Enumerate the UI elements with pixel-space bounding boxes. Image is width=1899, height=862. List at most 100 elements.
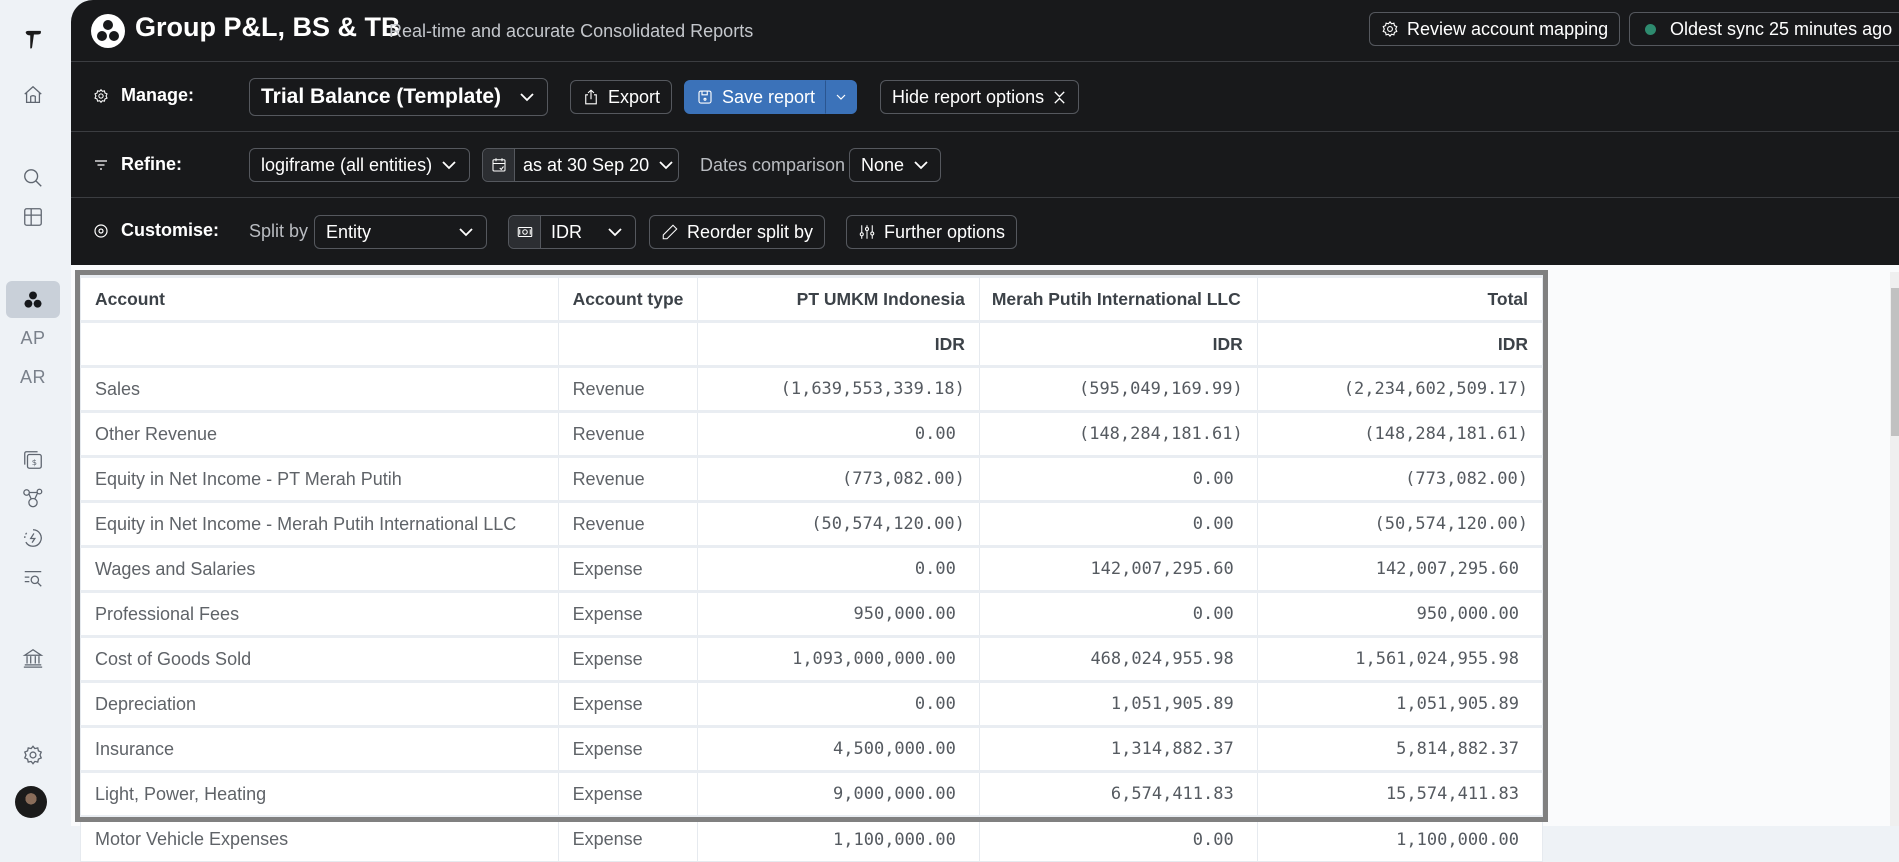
pt-umkm-value-cell: (773,082.00) [697, 455, 980, 502]
table-row[interactable]: Light, Power, Heating Expense 9,000,000.00… [80, 770, 1544, 817]
pt-umkm-value-cell: 0.00 [697, 680, 980, 727]
currency-cell: IDR [697, 320, 980, 367]
pt-umkm-value-cell: 9,000,000.00 [697, 770, 980, 817]
currency-cell: IDR [1256, 320, 1544, 367]
date-select-value: as at 30 Sep 20 [523, 154, 650, 175]
report-template-select[interactable]: Trial Balance (Template) [249, 78, 548, 116]
manage-row: Manage: Trial Balance (Template) Export … [71, 62, 1899, 132]
column-header-total[interactable]: Total [1256, 275, 1544, 322]
sliders-icon [859, 225, 875, 239]
account-type-cell: Expense [557, 680, 699, 727]
filter-icon [95, 159, 107, 170]
sidebar-item-settings[interactable] [6, 736, 60, 774]
reorder-split-by-label: Reorder split by [687, 221, 814, 242]
table-header-row: Account Account type PT UMKM Indonesia M… [80, 275, 1544, 322]
dates-comparison-select[interactable]: None [849, 148, 941, 182]
chevron-down-icon [914, 161, 928, 170]
table-row[interactable]: Equity in Net Income - Merah Putih Inter… [80, 500, 1544, 547]
sync-status-label: Oldest sync 25 minutes ago [1670, 18, 1893, 39]
search-icon [24, 169, 42, 187]
sidebar-item-ar[interactable]: AR [6, 358, 60, 396]
group-icon [24, 290, 42, 308]
account-cell: Insurance [80, 725, 559, 772]
merah-putih-value-cell: (595,049,169.99) [978, 365, 1258, 412]
merah-putih-value-cell: 0.00 [978, 455, 1258, 502]
account-type-cell: Expense [557, 590, 699, 637]
merah-putih-value-cell: 468,024,955.98 [978, 635, 1258, 682]
merah-putih-value-cell: (148,284,181.61) [978, 410, 1258, 457]
column-header-pt-umkm[interactable]: PT UMKM Indonesia [697, 275, 980, 322]
table-row[interactable]: Depreciation Expense 0.00 1,051,905.89 1,051… [80, 680, 1544, 727]
sidebar-item-sync[interactable] [6, 519, 60, 557]
account-cell: Sales [80, 365, 559, 412]
merah-putih-value-cell: 6,574,411.83 [978, 770, 1258, 817]
hide-report-options-button[interactable]: Hide report options [880, 80, 1080, 114]
entity-select[interactable]: logiframe (all entities) [249, 148, 470, 182]
table-row[interactable]: Insurance Expense 4,500,000.00 1,314,882.37… [80, 725, 1544, 772]
column-header-merah-putih[interactable]: Merah Putih International LLC [978, 275, 1258, 322]
account-cell: Other Revenue [80, 410, 559, 457]
sidebar-item-list-search[interactable] [6, 559, 60, 597]
home-icon [24, 85, 42, 103]
reorder-split-by-button[interactable]: Reorder split by [649, 215, 826, 249]
table-row[interactable]: Motor Vehicle Expenses Expense 1,100,000.0… [80, 815, 1544, 862]
customise-label-group: Customise: [93, 220, 219, 241]
currency-select[interactable]: IDR [508, 215, 636, 249]
sidebar-item-cash[interactable]: $ [6, 441, 60, 479]
collapse-icon [1054, 90, 1065, 104]
export-label: Export [608, 86, 661, 107]
merah-putih-value-cell: 0.00 [978, 500, 1258, 547]
brand-logo-icon[interactable] [6, 21, 60, 59]
save-report-dropdown[interactable] [825, 80, 857, 114]
sidebar-item-home[interactable] [6, 76, 60, 114]
pt-umkm-value-cell: 1,100,000.00 [697, 815, 980, 862]
group-icon [91, 14, 125, 48]
table-row[interactable]: Other Revenue Revenue 0.00 (148,284,181.61)… [80, 410, 1544, 457]
chevron-down-icon [608, 228, 622, 237]
avatar[interactable] [15, 786, 47, 818]
review-account-mapping-button[interactable]: Review account mapping [1369, 12, 1621, 46]
report-template-value: Trial Balance (Template) [261, 85, 502, 108]
table-row[interactable]: Professional Fees Expense 950,000.00 0.00 95… [80, 590, 1544, 637]
total-value-cell: 1,051,905.89 [1256, 680, 1544, 727]
table-row[interactable]: Wages and Salaries Expense 0.00 142,007,295… [80, 545, 1544, 592]
account-cell: Professional Fees [80, 590, 559, 637]
export-button[interactable]: Export [570, 80, 673, 114]
table-row[interactable]: Cost of Goods Sold Expense 1,093,000,000.0… [80, 635, 1544, 682]
column-header-account[interactable]: Account [80, 275, 559, 322]
gear-icon [23, 745, 43, 765]
refine-row: Refine: logiframe (all entities) as at 3… [71, 132, 1899, 198]
further-options-label: Further options [884, 221, 1006, 242]
total-value-cell: 15,574,411.83 [1256, 770, 1544, 817]
total-value-cell: 1,561,024,955.98 [1256, 635, 1544, 682]
account-type-cell: Revenue [557, 500, 699, 547]
sidebar-item-table[interactable] [6, 198, 60, 236]
sidebar-item-bank[interactable] [6, 639, 60, 677]
split-by-select[interactable]: Entity [314, 215, 487, 249]
chevron-down-icon [459, 228, 473, 237]
split-by-value: Entity [326, 221, 372, 242]
merah-putih-value-cell: 0.00 [978, 815, 1258, 862]
table-row[interactable]: Equity in Net Income - PT Merah Putih Rev… [80, 455, 1544, 502]
sync-status-button[interactable]: Oldest sync 25 minutes ago [1629, 12, 1899, 46]
date-select[interactable]: as at 30 Sep 20 [482, 148, 679, 182]
merah-putih-value-cell: 0.00 [978, 590, 1258, 637]
column-header-account-type[interactable]: Account type [557, 275, 699, 322]
calendar-icon-box [483, 149, 515, 181]
sidebar-item-search[interactable] [6, 159, 60, 197]
trial-balance-table: Account Account type PT UMKM Indonesia M… [80, 275, 1544, 862]
account-cell: Motor Vehicle Expenses [80, 815, 559, 862]
total-value-cell: 950,000.00 [1256, 590, 1544, 637]
save-report-label: Save report [722, 86, 816, 107]
merah-putih-value-cell: 1,051,905.89 [978, 680, 1258, 727]
money-icon [517, 226, 532, 238]
list-search-icon [24, 570, 42, 587]
sidebar-item-group-reports[interactable] [6, 281, 60, 318]
pencil-icon [662, 224, 678, 240]
further-options-button[interactable]: Further options [846, 215, 1018, 249]
table-row[interactable]: Sales Revenue (1,639,553,339.18) (595,049,1… [80, 365, 1544, 412]
sidebar-item-network[interactable] [6, 479, 60, 517]
sidebar-item-ap[interactable]: AP [6, 319, 60, 357]
scrollbar-thumb[interactable] [1891, 288, 1899, 436]
export-icon [585, 89, 597, 105]
